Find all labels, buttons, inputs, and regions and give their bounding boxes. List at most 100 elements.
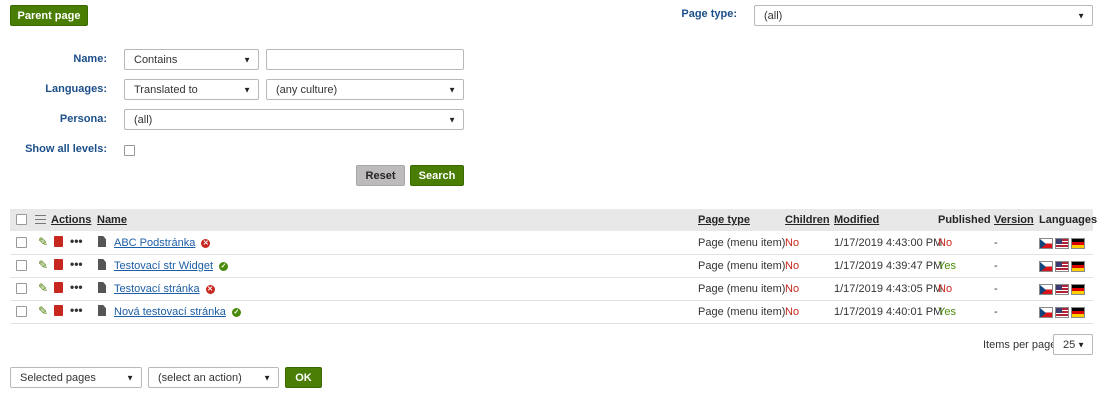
header-page-type[interactable]: Page type xyxy=(698,209,750,231)
name-operator-value: Contains xyxy=(134,53,178,66)
version-cell: - xyxy=(994,306,998,318)
edit-pencil-icon[interactable]: ✎ xyxy=(38,235,48,249)
parent-page-button[interactable]: Parent page xyxy=(10,5,88,26)
persona-select[interactable]: (all) ▼ xyxy=(124,109,464,130)
items-per-page-select[interactable]: 25 ▼ xyxy=(1053,334,1093,355)
chevron-down-icon: ▼ xyxy=(243,55,251,64)
document-icon xyxy=(98,282,106,293)
czech-flag-icon[interactable] xyxy=(1039,260,1053,272)
published-cell: Yes xyxy=(938,306,956,318)
us-flag-icon[interactable] xyxy=(1055,306,1069,318)
language-flags xyxy=(1039,278,1087,300)
delete-trash-icon[interactable] xyxy=(54,282,63,293)
page-name-link[interactable]: ABC Podstránka xyxy=(114,237,195,249)
languages-culture-value: (any culture) xyxy=(276,83,338,96)
page-type-select-value: (all) xyxy=(764,9,783,22)
name-operator-select[interactable]: Contains ▼ xyxy=(124,49,259,70)
more-actions-icon[interactable]: ••• xyxy=(70,234,83,248)
page-type-cell: Page (menu item) xyxy=(698,260,786,272)
ok-button[interactable]: OK xyxy=(285,367,322,388)
page-type-select[interactable]: (all) ▼ xyxy=(754,5,1093,26)
page-type-cell: Page (menu item) xyxy=(698,283,786,295)
document-icon xyxy=(98,236,106,247)
header-version[interactable]: Version xyxy=(994,209,1034,231)
language-flags xyxy=(1039,232,1087,254)
page-name-link[interactable]: Nová testovací stránka xyxy=(114,306,226,318)
row-checkbox[interactable] xyxy=(16,237,27,248)
version-cell: - xyxy=(994,237,998,249)
edit-pencil-icon[interactable]: ✎ xyxy=(38,304,48,318)
header-languages: Languages xyxy=(1039,214,1098,226)
delete-trash-icon[interactable] xyxy=(54,236,63,247)
chevron-down-icon: ▼ xyxy=(448,115,456,124)
persona-select-value: (all) xyxy=(134,113,153,126)
version-cell: - xyxy=(994,283,998,295)
selection-scope-value: Selected pages xyxy=(20,371,96,384)
version-cell: - xyxy=(994,260,998,272)
header-children[interactable]: Children xyxy=(785,209,830,231)
page-name-link[interactable]: Testovací stránka xyxy=(114,283,200,295)
languages-culture-select[interactable]: (any culture) ▼ xyxy=(266,79,464,100)
delete-trash-icon[interactable] xyxy=(54,259,63,270)
czech-flag-icon[interactable] xyxy=(1039,306,1053,318)
children-cell: No xyxy=(785,260,800,272)
more-actions-icon[interactable]: ••• xyxy=(70,303,83,317)
delete-trash-icon[interactable] xyxy=(54,305,63,316)
us-flag-icon[interactable] xyxy=(1055,283,1069,295)
modified-cell: 1/17/2019 4:39:47 PM xyxy=(834,260,943,272)
language-flags xyxy=(1039,255,1087,277)
name-filter-label: Name: xyxy=(73,53,107,65)
selection-scope-select[interactable]: Selected pages ▼ xyxy=(10,367,142,388)
table-row: ✎ ••• Testovací str Widget ✓ Page (menu … xyxy=(10,255,1093,278)
modified-cell: 1/17/2019 4:43:05 PM xyxy=(834,283,943,295)
czech-flag-icon[interactable] xyxy=(1039,237,1053,249)
german-flag-icon[interactable] xyxy=(1071,237,1085,249)
us-flag-icon[interactable] xyxy=(1055,260,1069,272)
children-cell: No xyxy=(785,237,800,249)
german-flag-icon[interactable] xyxy=(1071,260,1085,272)
search-button[interactable]: Search xyxy=(410,165,464,186)
reset-button[interactable]: Reset xyxy=(356,165,405,186)
header-modified[interactable]: Modified xyxy=(834,209,879,231)
ok-status-icon: ✓ xyxy=(231,307,241,317)
error-status-icon: ✕ xyxy=(201,238,211,248)
page-name-link[interactable]: Testovací str Widget xyxy=(114,260,213,272)
chevron-down-icon: ▼ xyxy=(263,373,271,382)
table-row: ✎ ••• ABC Podstránka ✕ Page (menu item) … xyxy=(10,232,1093,255)
table-row: ✎ ••• Testovací stránka ✕ Page (menu ite… xyxy=(10,278,1093,301)
more-actions-icon[interactable]: ••• xyxy=(70,257,83,271)
chevron-down-icon: ▼ xyxy=(1077,340,1085,349)
row-checkbox[interactable] xyxy=(16,260,27,271)
row-checkbox[interactable] xyxy=(16,306,27,317)
languages-filter-label: Languages: xyxy=(45,83,107,95)
select-all-checkbox[interactable] xyxy=(16,214,27,225)
menu-icon[interactable] xyxy=(35,215,46,224)
mass-action-value: (select an action) xyxy=(158,371,242,384)
published-cell: Yes xyxy=(938,260,956,272)
edit-pencil-icon[interactable]: ✎ xyxy=(38,281,48,295)
children-cell: No xyxy=(785,306,800,318)
error-status-icon: ✕ xyxy=(205,284,215,294)
show-all-levels-checkbox[interactable] xyxy=(124,145,135,156)
mass-action-select[interactable]: (select an action) ▼ xyxy=(148,367,279,388)
us-flag-icon[interactable] xyxy=(1055,237,1069,249)
chevron-down-icon: ▼ xyxy=(243,85,251,94)
page-type-cell: Page (menu item) xyxy=(698,306,786,318)
name-filter-input[interactable] xyxy=(266,49,464,70)
languages-operator-select[interactable]: Translated to ▼ xyxy=(124,79,259,100)
published-cell: No xyxy=(938,237,953,249)
header-actions[interactable]: Actions xyxy=(51,209,91,231)
row-checkbox[interactable] xyxy=(16,283,27,294)
german-flag-icon[interactable] xyxy=(1071,283,1085,295)
german-flag-icon[interactable] xyxy=(1071,306,1085,318)
languages-operator-value: Translated to xyxy=(134,83,198,96)
header-name[interactable]: Name xyxy=(97,209,127,231)
children-cell: No xyxy=(785,283,800,295)
more-actions-icon[interactable]: ••• xyxy=(70,280,83,294)
ok-status-icon: ✓ xyxy=(219,261,229,271)
czech-flag-icon[interactable] xyxy=(1039,283,1053,295)
items-per-page-label: Items per page xyxy=(983,339,1057,351)
edit-pencil-icon[interactable]: ✎ xyxy=(38,258,48,272)
table-row: ✎ ••• Nová testovací stránka ✓ Page (men… xyxy=(10,301,1093,324)
document-icon xyxy=(98,305,106,316)
